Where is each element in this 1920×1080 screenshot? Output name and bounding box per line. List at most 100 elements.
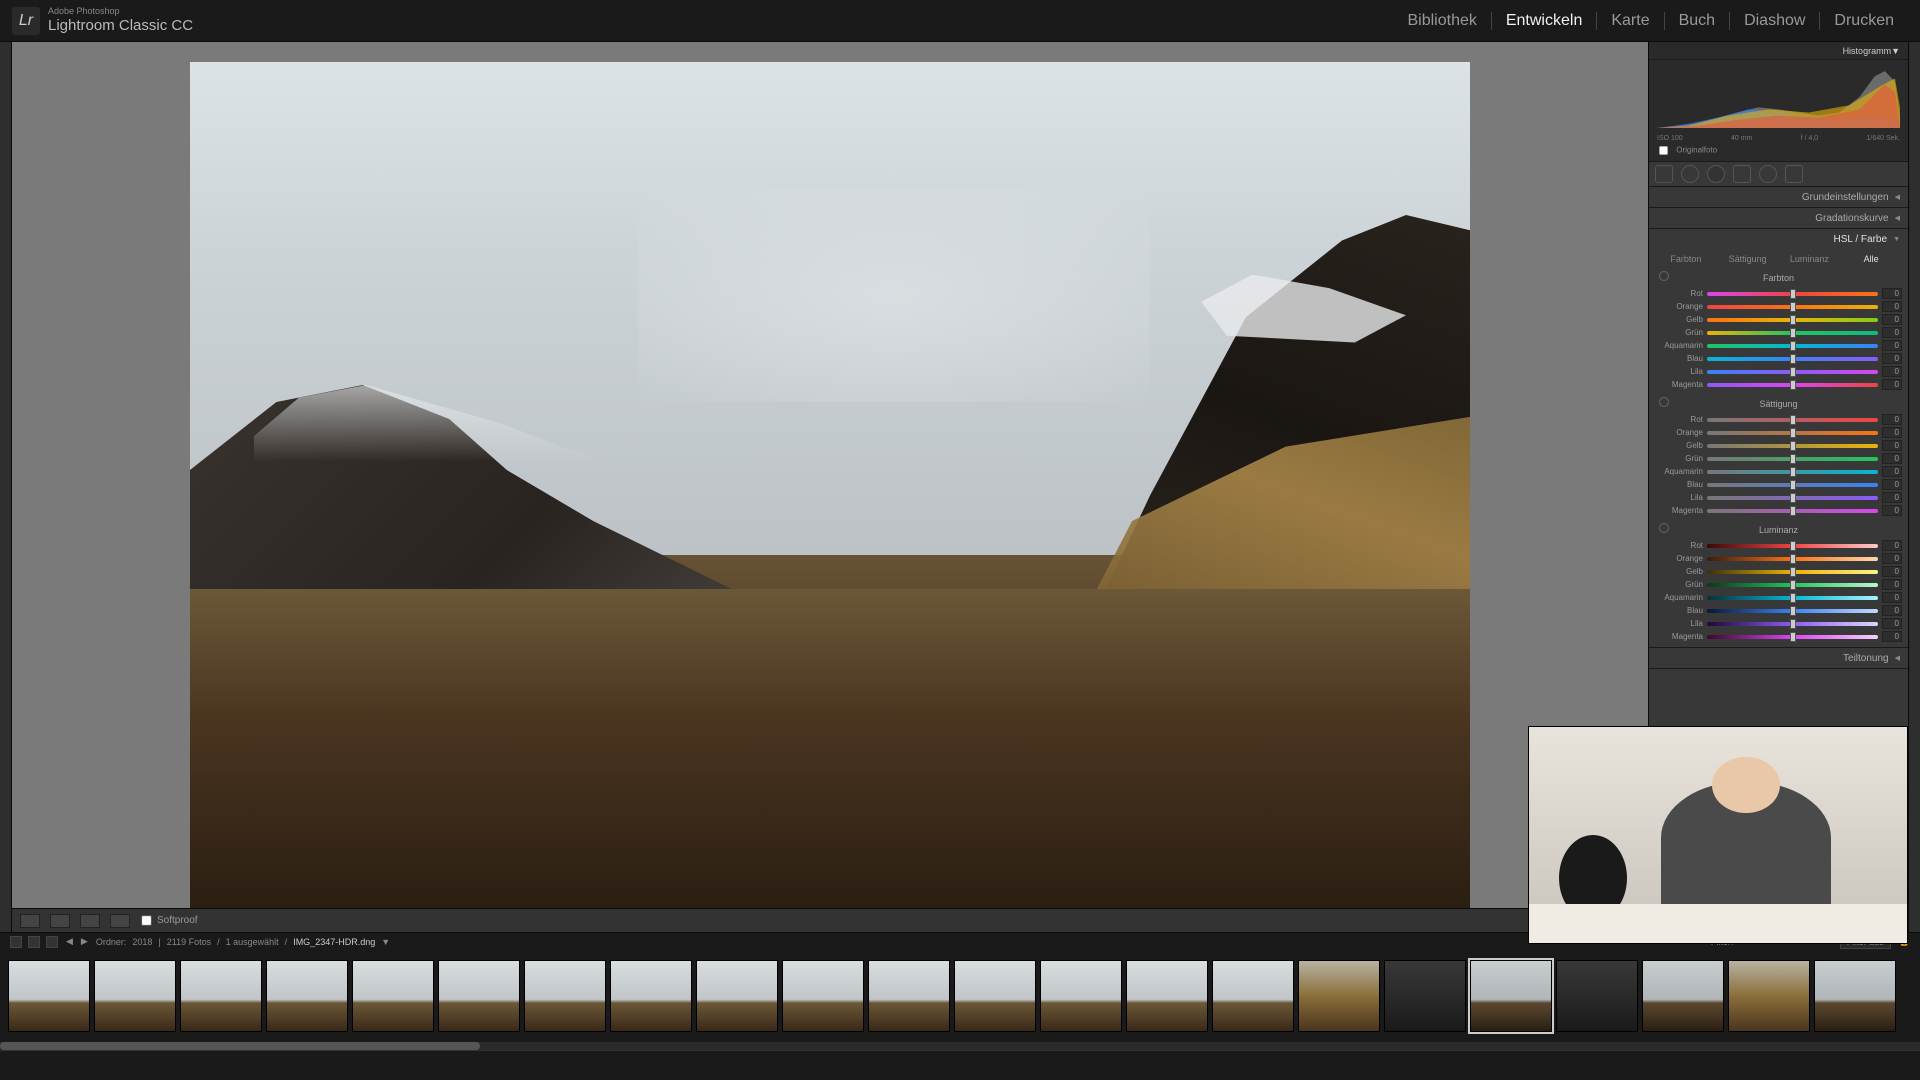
module-entwickeln[interactable]: Entwickeln — [1491, 12, 1596, 30]
slider-value[interactable]: 0 — [1882, 505, 1902, 516]
slider-value[interactable]: 0 — [1882, 427, 1902, 438]
slider-handle[interactable] — [1790, 619, 1796, 629]
targeted-adjustment-button[interactable] — [1659, 271, 1669, 281]
slider-handle[interactable] — [1790, 328, 1796, 338]
hsl-tab-sättigung[interactable]: Sättigung — [1717, 251, 1779, 267]
graduated-filter-tool[interactable] — [1733, 165, 1751, 183]
slider-value[interactable]: 0 — [1882, 314, 1902, 325]
softproof-checkbox[interactable] — [141, 915, 151, 925]
targeted-adjustment-button[interactable] — [1659, 523, 1669, 533]
filmstrip[interactable] — [0, 950, 1920, 1042]
thumbnail[interactable] — [1814, 960, 1896, 1032]
original-checkbox[interactable] — [1659, 146, 1668, 155]
slider-handle[interactable] — [1790, 593, 1796, 603]
slider-handle[interactable] — [1790, 315, 1796, 325]
slider-value[interactable]: 0 — [1882, 353, 1902, 364]
slider-track[interactable] — [1707, 370, 1878, 374]
slider-track[interactable] — [1707, 496, 1878, 500]
slider-track[interactable] — [1707, 292, 1878, 296]
slider-value[interactable]: 0 — [1882, 553, 1902, 564]
slider-handle[interactable] — [1790, 367, 1796, 377]
redeye-tool[interactable] — [1707, 165, 1725, 183]
slider-track[interactable] — [1707, 383, 1878, 387]
module-karte[interactable]: Karte — [1596, 12, 1663, 30]
slider-handle[interactable] — [1790, 506, 1796, 516]
slider-value[interactable]: 0 — [1882, 301, 1902, 312]
main-window-button[interactable] — [10, 936, 22, 948]
thumbnail[interactable] — [352, 960, 434, 1032]
thumbnail[interactable] — [1728, 960, 1810, 1032]
slider-handle[interactable] — [1790, 467, 1796, 477]
slider-handle[interactable] — [1790, 580, 1796, 590]
thumbnail[interactable] — [954, 960, 1036, 1032]
slider-value[interactable]: 0 — [1882, 340, 1902, 351]
slider-track[interactable] — [1707, 557, 1878, 561]
thumbnail[interactable] — [1126, 960, 1208, 1032]
slider-track[interactable] — [1707, 544, 1878, 548]
slider-handle[interactable] — [1790, 480, 1796, 490]
slider-handle[interactable] — [1790, 567, 1796, 577]
slider-value[interactable]: 0 — [1882, 579, 1902, 590]
softproof-toggle[interactable]: Softproof — [140, 914, 198, 927]
slider-value[interactable]: 0 — [1882, 453, 1902, 464]
slider-value[interactable]: 0 — [1882, 327, 1902, 338]
slider-track[interactable] — [1707, 431, 1878, 435]
thumbnail[interactable] — [180, 960, 262, 1032]
slider-track[interactable] — [1707, 318, 1878, 322]
adjustment-brush-tool[interactable] — [1785, 165, 1803, 183]
slider-track[interactable] — [1707, 609, 1878, 613]
crop-tool[interactable] — [1655, 165, 1673, 183]
slider-track[interactable] — [1707, 483, 1878, 487]
slider-handle[interactable] — [1790, 380, 1796, 390]
thumbnail[interactable] — [524, 960, 606, 1032]
slider-track[interactable] — [1707, 331, 1878, 335]
thumbnail[interactable] — [8, 960, 90, 1032]
thumbnail[interactable] — [1556, 960, 1638, 1032]
compare-view-button[interactable] — [50, 914, 70, 928]
left-panel-collapsed[interactable] — [0, 42, 12, 932]
slider-handle[interactable] — [1790, 541, 1796, 551]
slider-track[interactable] — [1707, 305, 1878, 309]
slider-track[interactable] — [1707, 596, 1878, 600]
slider-handle[interactable] — [1790, 289, 1796, 299]
slider-value[interactable]: 0 — [1882, 566, 1902, 577]
slider-value[interactable]: 0 — [1882, 479, 1902, 490]
thumbnail[interactable] — [868, 960, 950, 1032]
tonecurve-panel-header[interactable]: Gradationskurve ◀ — [1649, 208, 1908, 228]
slider-track[interactable] — [1707, 344, 1878, 348]
slider-track[interactable] — [1707, 470, 1878, 474]
slider-value[interactable]: 0 — [1882, 631, 1902, 642]
thumbnail[interactable] — [610, 960, 692, 1032]
slider-handle[interactable] — [1790, 302, 1796, 312]
slider-value[interactable]: 0 — [1882, 379, 1902, 390]
original-photo-toggle[interactable]: Originalfoto — [1649, 142, 1908, 161]
slider-handle[interactable] — [1790, 354, 1796, 364]
slider-handle[interactable] — [1790, 454, 1796, 464]
thumbnail[interactable] — [94, 960, 176, 1032]
radial-filter-tool[interactable] — [1759, 165, 1777, 183]
slider-track[interactable] — [1707, 357, 1878, 361]
hsl-tab-luminanz[interactable]: Luminanz — [1779, 251, 1841, 267]
slider-track[interactable] — [1707, 622, 1878, 626]
right-rail[interactable] — [1908, 42, 1920, 932]
slider-track[interactable] — [1707, 418, 1878, 422]
slider-value[interactable]: 0 — [1882, 492, 1902, 503]
module-diashow[interactable]: Diashow — [1729, 12, 1819, 30]
spot-removal-tool[interactable] — [1681, 165, 1699, 183]
thumbnail[interactable] — [1384, 960, 1466, 1032]
module-bibliothek[interactable]: Bibliothek — [1393, 12, 1490, 30]
slider-value[interactable]: 0 — [1882, 618, 1902, 629]
thumbnail[interactable] — [1470, 960, 1552, 1032]
basic-panel-header[interactable]: Grundeinstellungen ◀ — [1649, 187, 1908, 207]
slider-handle[interactable] — [1790, 428, 1796, 438]
slider-track[interactable] — [1707, 583, 1878, 587]
before-after-button[interactable] — [80, 914, 100, 928]
histogram-header[interactable]: Histogramm ▼ — [1649, 42, 1908, 60]
canvas-area[interactable]: Softproof — [12, 42, 1648, 932]
slider-track[interactable] — [1707, 635, 1878, 639]
slider-track[interactable] — [1707, 570, 1878, 574]
thumbnail[interactable] — [1212, 960, 1294, 1032]
slider-handle[interactable] — [1790, 493, 1796, 503]
hsl-panel-header[interactable]: HSL / Farbe ▼ — [1649, 229, 1908, 249]
slider-value[interactable]: 0 — [1882, 414, 1902, 425]
